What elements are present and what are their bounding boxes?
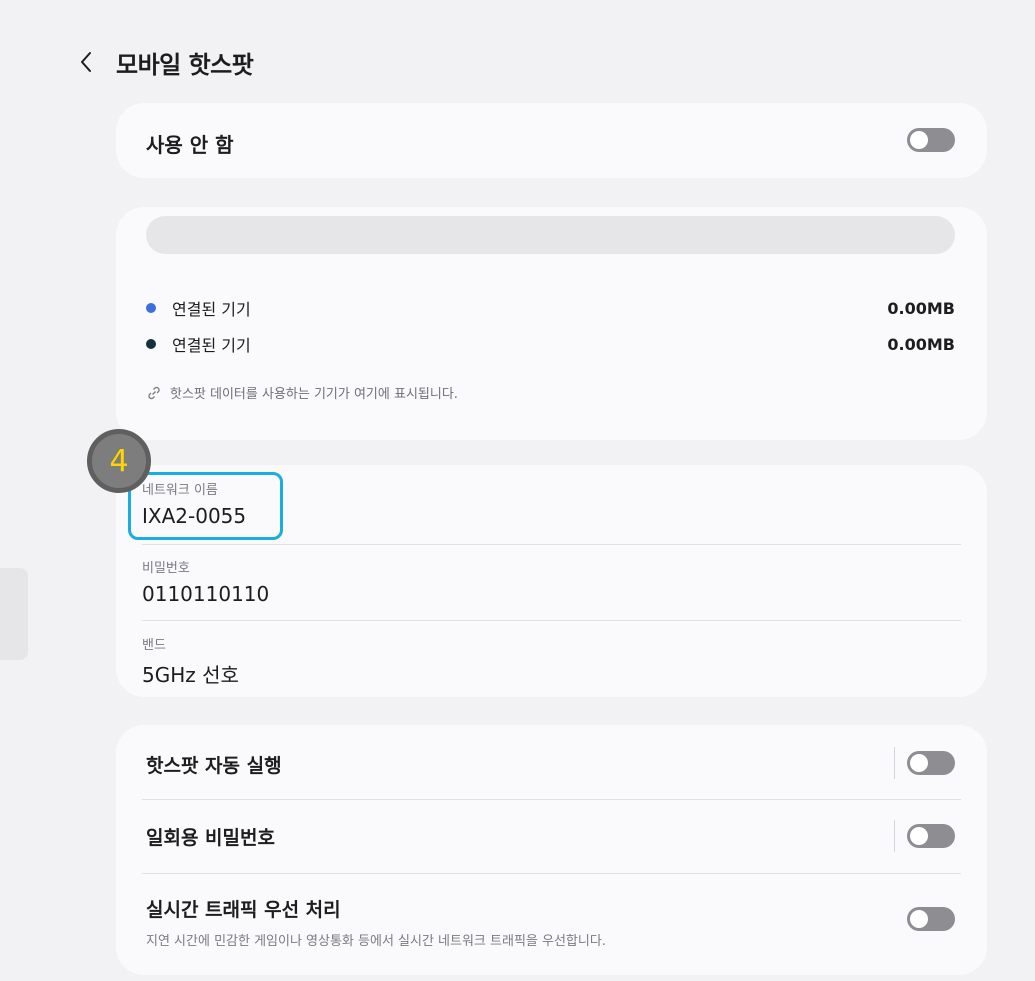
- password-field[interactable]: 비밀번호 0110110110: [142, 557, 963, 606]
- network-name-highlight: [128, 472, 283, 540]
- band-value: 5GHz 선호: [142, 663, 239, 687]
- back-button[interactable]: [72, 48, 100, 76]
- divider: [142, 873, 961, 874]
- data-usage-bar: [146, 216, 955, 254]
- usage-row-label: 연결된 기기: [172, 336, 251, 355]
- step-badge: 4: [87, 429, 151, 493]
- divider: [894, 747, 895, 779]
- usage-hint-text: 핫스팟 데이터를 사용하는 기기가 여기에 표시됩니다.: [170, 387, 458, 402]
- usage-row-label: 연결된 기기: [172, 300, 251, 319]
- hotspot-enable-label: 사용 안 함: [146, 133, 234, 157]
- password-value: 0110110110: [142, 582, 270, 606]
- usage-row: 연결된 기기 0.00MB: [146, 330, 955, 358]
- chevron-left-icon: [81, 52, 91, 72]
- hotspot-enable-toggle[interactable]: [907, 128, 955, 152]
- divider: [894, 820, 895, 852]
- password-label: 비밀번호: [142, 561, 190, 576]
- link-icon: [146, 385, 162, 401]
- one-time-password-label[interactable]: 일회용 비밀번호: [146, 823, 275, 850]
- data-usage-card: 연결된 기기 0.00MB 연결된 기기 0.00MB 핫스팟 데이터를 사용하…: [116, 207, 987, 440]
- band-field[interactable]: 밴드 5GHz 선호: [142, 634, 963, 688]
- usage-row: 연결된 기기 0.00MB: [146, 294, 955, 322]
- auto-hotspot-toggle[interactable]: [907, 751, 955, 775]
- side-panel-edge: [0, 568, 28, 660]
- realtime-priority-description: 지연 시간에 민감한 게임이나 영상통화 등에서 실시간 네트워크 트래픽을 우…: [146, 934, 606, 949]
- band-label: 밴드: [142, 638, 166, 653]
- divider: [142, 799, 961, 800]
- hotspot-options-card: 핫스팟 자동 실행 일회용 비밀번호 실시간 트래픽 우선 처리 지연 시간에 …: [116, 725, 987, 975]
- realtime-priority-toggle[interactable]: [907, 907, 955, 931]
- app-header: 모바일 핫스팟: [72, 40, 254, 84]
- realtime-priority-label[interactable]: 실시간 트래픽 우선 처리: [146, 895, 341, 922]
- one-time-password-toggle[interactable]: [907, 824, 955, 848]
- auto-hotspot-label[interactable]: 핫스팟 자동 실행: [146, 751, 282, 778]
- usage-hint: 핫스팟 데이터를 사용하는 기기가 여기에 표시됩니다.: [146, 383, 458, 402]
- page-title: 모바일 핫스팟: [116, 50, 254, 79]
- divider: [142, 544, 961, 545]
- usage-row-value: 0.00MB: [887, 298, 955, 318]
- series-dot-blue: [146, 303, 156, 313]
- series-dot-dark: [146, 339, 156, 349]
- usage-row-value: 0.00MB: [887, 334, 955, 354]
- hotspot-enable-card[interactable]: 사용 안 함: [116, 103, 987, 178]
- divider: [142, 620, 961, 621]
